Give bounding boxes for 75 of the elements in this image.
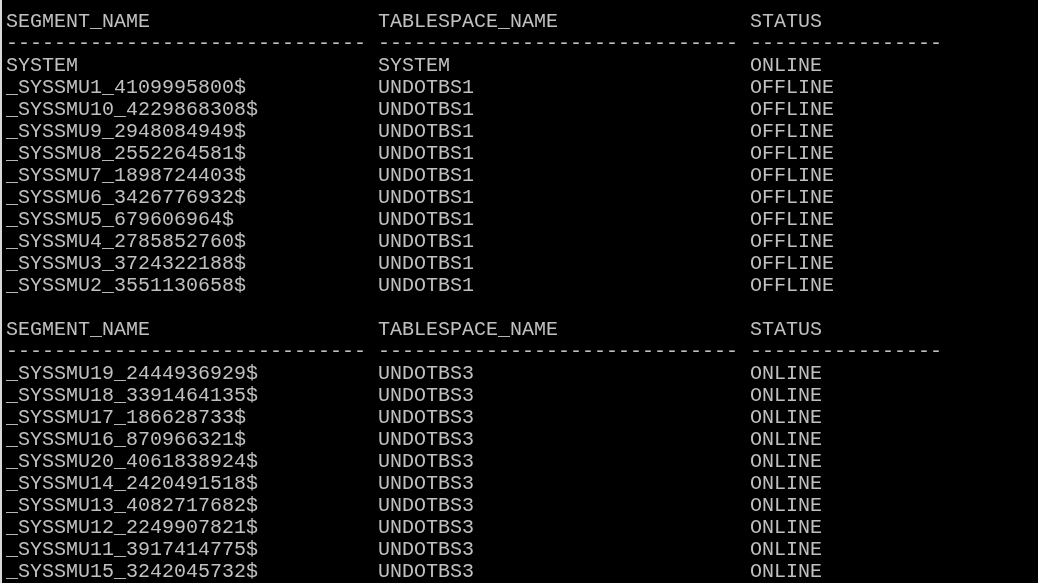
segment-name: _SYSSMU13_4082717682$ — [6, 494, 259, 517]
segment-name: SYSTEM — [6, 54, 78, 77]
status-value: OFFLINE — [750, 120, 835, 143]
column-header: STATUS — [750, 318, 823, 341]
segment-name: _SYSSMU17_186628733$ — [6, 406, 247, 429]
segment-name: _SYSSMU4_2785852760$ — [6, 230, 247, 253]
tablespace-name: UNDOTBS1 — [378, 186, 475, 209]
status-value: ONLINE — [750, 428, 823, 451]
header-underline: ------------------------------ — [378, 32, 739, 55]
segment-name: _SYSSMU5_679606964$ — [6, 208, 235, 231]
segment-name: _SYSSMU12_2249907821$ — [6, 516, 259, 539]
tablespace-name: UNDOTBS1 — [378, 164, 475, 187]
column-header: SEGMENT_NAME — [6, 318, 151, 341]
tablespace-name: UNDOTBS3 — [378, 450, 475, 473]
segment-name: _SYSSMU14_2420491518$ — [6, 472, 259, 495]
status-value: OFFLINE — [750, 142, 835, 165]
status-value: OFFLINE — [750, 252, 835, 275]
tablespace-name: UNDOTBS3 — [378, 560, 475, 583]
segment-name: _SYSSMU15_3242045732$ — [6, 560, 259, 583]
header-underline: ---------------- — [750, 32, 943, 55]
status-value: OFFLINE — [750, 208, 835, 231]
tablespace-name: UNDOTBS1 — [378, 98, 475, 121]
tablespace-name: UNDOTBS1 — [378, 76, 475, 99]
status-value: OFFLINE — [750, 230, 835, 253]
segment-name: _SYSSMU9_2948084949$ — [6, 120, 247, 143]
tablespace-name: UNDOTBS3 — [378, 516, 475, 539]
tablespace-name: SYSTEM — [378, 54, 451, 77]
tablespace-name: UNDOTBS3 — [378, 362, 475, 385]
segment-name: _SYSSMU11_3917414775$ — [6, 538, 259, 561]
header-underline: ---------------- — [750, 340, 943, 363]
segment-name: _SYSSMU1_4109995800$ — [6, 76, 247, 99]
segment-name: _SYSSMU8_2552264581$ — [6, 142, 247, 165]
segment-name: _SYSSMU19_2444936929$ — [6, 362, 259, 385]
tablespace-name: UNDOTBS3 — [378, 494, 475, 517]
segment-name: _SYSSMU16_870966321$ — [6, 428, 247, 451]
status-value: OFFLINE — [750, 274, 835, 297]
header-underline: ------------------------------ — [6, 32, 367, 55]
status-value: ONLINE — [750, 54, 823, 77]
tablespace-name: UNDOTBS1 — [378, 274, 475, 297]
segment-name: _SYSSMU7_1898724403$ — [6, 164, 247, 187]
tablespace-name: UNDOTBS3 — [378, 406, 475, 429]
tablespace-name: UNDOTBS3 — [378, 384, 475, 407]
tablespace-name: UNDOTBS1 — [378, 142, 475, 165]
segment-name: _SYSSMU18_3391464135$ — [6, 384, 259, 407]
status-value: ONLINE — [750, 516, 823, 539]
tablespace-name: UNDOTBS3 — [378, 472, 475, 495]
segment-name: _SYSSMU2_3551130658$ — [6, 274, 247, 297]
status-value: OFFLINE — [750, 186, 835, 209]
segment-name: _SYSSMU20_4061838924$ — [6, 450, 259, 473]
tablespace-name: UNDOTBS1 — [378, 120, 475, 143]
status-value: ONLINE — [750, 362, 823, 385]
segment-name: _SYSSMU3_3724322188$ — [6, 252, 247, 275]
status-value: ONLINE — [750, 538, 823, 561]
tablespace-name: UNDOTBS1 — [378, 252, 475, 275]
status-value: ONLINE — [750, 494, 823, 517]
status-value: ONLINE — [750, 406, 823, 429]
header-underline: ------------------------------ — [378, 340, 739, 363]
status-value: OFFLINE — [750, 164, 835, 187]
segment-name: _SYSSMU6_3426776932$ — [6, 186, 247, 209]
tablespace-name: UNDOTBS3 — [378, 538, 475, 561]
column-header: SEGMENT_NAME — [6, 10, 151, 33]
column-header: STATUS — [750, 10, 823, 33]
status-value: ONLINE — [750, 560, 823, 583]
column-header: TABLESPACE_NAME — [378, 10, 559, 33]
status-value: ONLINE — [750, 450, 823, 473]
status-value: ONLINE — [750, 472, 823, 495]
segment-name: _SYSSMU10_4229868308$ — [6, 98, 259, 121]
header-underline: ------------------------------ — [6, 340, 367, 363]
status-value: OFFLINE — [750, 98, 835, 121]
status-value: ONLINE — [750, 384, 823, 407]
tablespace-name: UNDOTBS1 — [378, 230, 475, 253]
tablespace-name: UNDOTBS1 — [378, 208, 475, 231]
tablespace-name: UNDOTBS3 — [378, 428, 475, 451]
status-value: OFFLINE — [750, 76, 835, 99]
column-header: TABLESPACE_NAME — [378, 318, 559, 341]
